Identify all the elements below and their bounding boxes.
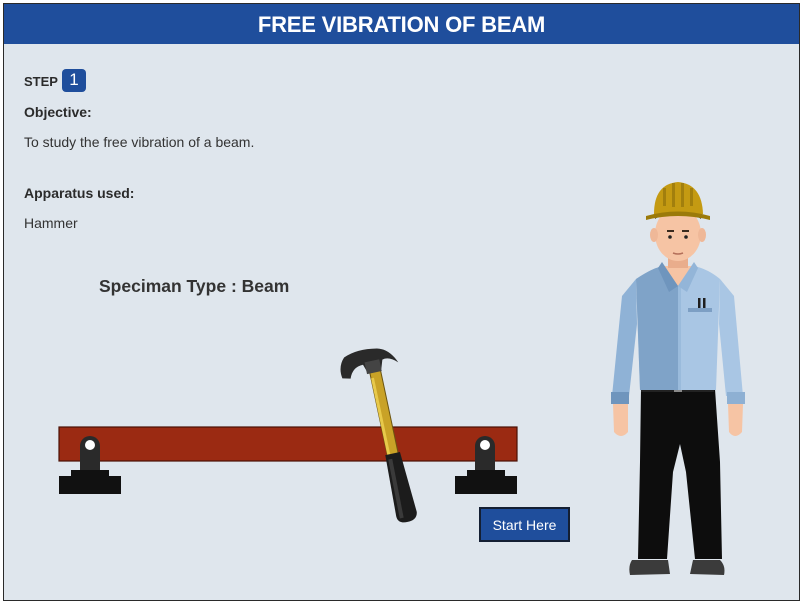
- lab-panel: FREE VIBRATION OF BEAM STEP 1 Objective:…: [3, 3, 800, 601]
- engineer-figure-icon: [611, 182, 745, 575]
- start-here-button[interactable]: Start Here: [479, 507, 570, 542]
